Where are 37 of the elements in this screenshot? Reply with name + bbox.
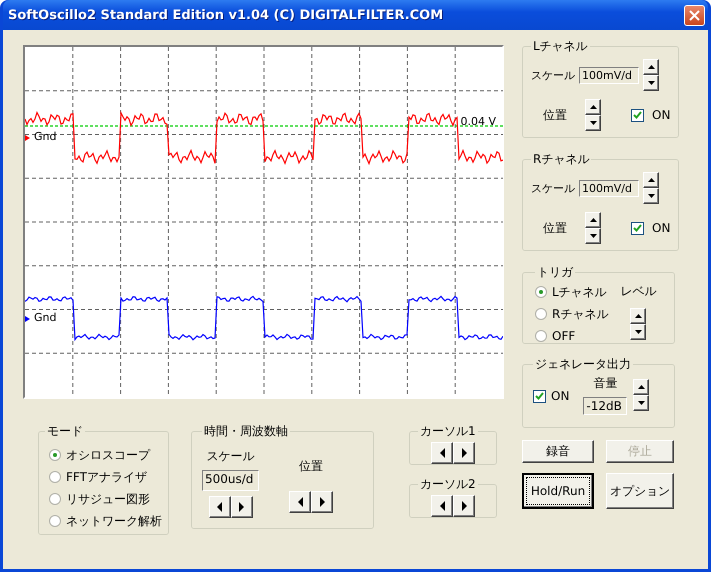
option-label: FFTアナライザ — [66, 468, 147, 486]
group-title: カーソル1 — [419, 423, 477, 440]
on-label: ON — [652, 108, 670, 122]
action-button[interactable]: Hold/Run — [522, 473, 594, 509]
group-title: Lチャネル — [532, 38, 589, 55]
group-title: モード — [46, 423, 84, 440]
scale-label: スケール — [531, 180, 575, 196]
scale-label: スケール — [531, 68, 575, 82]
volume-field[interactable]: -12dB — [583, 397, 628, 415]
group-title: Rチャネル — [532, 151, 590, 168]
ground-label: Gnd — [34, 311, 56, 324]
scale-field[interactable]: 100mV/d — [579, 180, 639, 196]
scale-label: スケール — [206, 448, 254, 465]
group-title: カーソル2 — [419, 476, 477, 493]
scale-field[interactable]: 500us/d — [202, 470, 259, 491]
option-label: オシロスコープ — [66, 446, 150, 464]
action-button[interactable]: 録音 — [522, 440, 594, 463]
option-label: ネットワーク解析 — [66, 512, 162, 530]
position-label: 位置 — [299, 458, 323, 475]
position-label: 位置 — [543, 106, 567, 124]
scale-field[interactable]: 100mV/d — [579, 66, 639, 84]
window-title: SoftOscillo2 Standard Edition v1.04 (C) DIGITALFILTER.COM — [8, 8, 444, 22]
group-title: ジェネレータ出力 — [534, 356, 632, 373]
option-label: Rチャネル — [552, 306, 608, 322]
volume-label: 音量 — [593, 375, 618, 392]
position-label: 位置 — [543, 220, 567, 236]
level-reading: 0.04 V — [460, 115, 496, 128]
group-title: 時間・周波数軸 — [203, 423, 289, 440]
group-title: トリガ — [536, 264, 574, 281]
option-label: OFF — [552, 329, 576, 343]
level-label: レベル — [620, 283, 656, 300]
ground-label: Gnd — [34, 130, 56, 143]
option-label: リサジュー図形 — [66, 490, 150, 508]
action-button[interactable]: オプション — [606, 473, 674, 509]
on-label: ON — [652, 221, 670, 235]
on-label: ON — [551, 389, 570, 403]
option-label: Lチャネル — [552, 284, 607, 300]
